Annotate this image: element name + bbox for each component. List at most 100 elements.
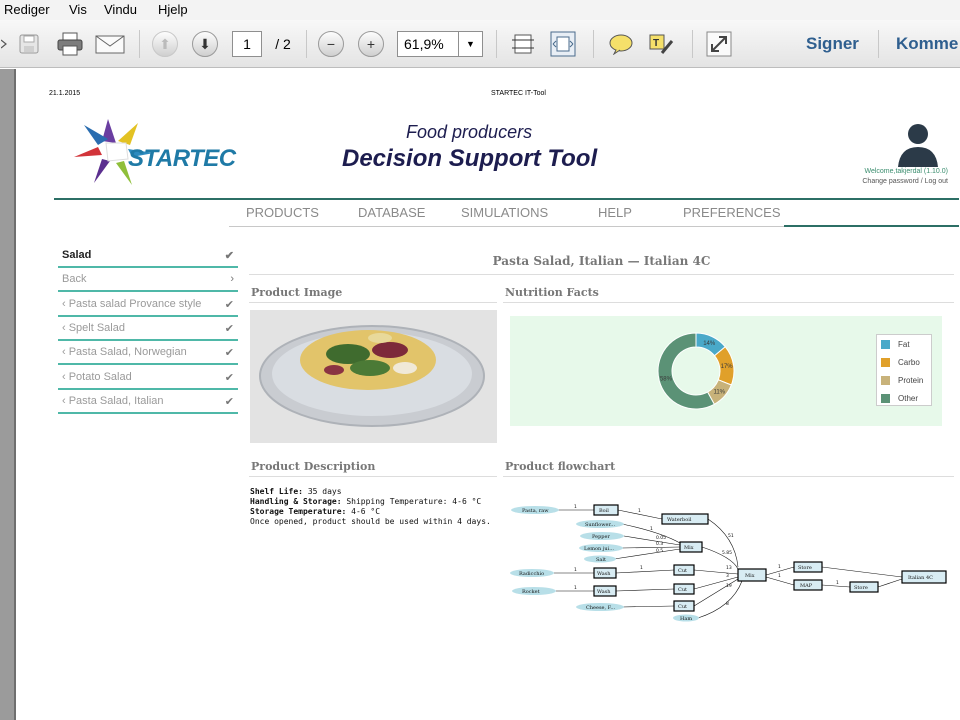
sign-button[interactable]: Signer <box>806 34 859 54</box>
fit-page-icon[interactable] <box>508 30 538 58</box>
flow-node-label: Cut <box>678 604 687 610</box>
chevron-down-icon[interactable]: ▼ <box>459 31 483 57</box>
page-number-input[interactable]: 1 <box>232 30 262 58</box>
menu-vindu[interactable]: Vindu <box>104 2 137 17</box>
product-flowchart: Pasta, raw Boil Waterboil Sunflower... P… <box>510 504 947 622</box>
storage-line: Storage Temperature: 4-6 °C <box>250 507 500 517</box>
zoom-select[interactable]: 61,9% ▼ <box>397 30 483 58</box>
zoom-out-button[interactable]: − <box>316 30 346 58</box>
comment-button[interactable]: Komme <box>896 34 958 54</box>
user-avatar-icon[interactable] <box>896 121 940 167</box>
highlight-text-icon[interactable]: T <box>646 30 676 58</box>
legend-item-fat: Fat <box>877 335 931 353</box>
welcome-user[interactable]: takjerdal (1.10.0) <box>895 168 948 175</box>
checkmark-icon: ✔ <box>224 396 234 408</box>
sidebar-item-salad[interactable]: Salad ✔ <box>58 244 238 268</box>
nav-products[interactable]: PRODUCTS <box>246 205 319 220</box>
zoom-in-button[interactable]: + <box>356 30 386 58</box>
header-divider <box>54 198 959 200</box>
flow-edge-label: 1 <box>640 565 643 571</box>
flow-node-label: Wash <box>597 571 611 577</box>
section-nutrition-facts: Nutrition Facts <box>503 283 954 303</box>
print-date: 21.1.2015 <box>49 90 81 97</box>
menu-vis[interactable]: Vis <box>69 2 87 17</box>
section-product-image: Product Image <box>249 283 497 303</box>
email-icon[interactable] <box>94 30 126 58</box>
legend-label: Other <box>898 393 919 403</box>
product-title: Pasta Salad, Italian — Italian 4C <box>249 249 954 275</box>
flow-edge-label: 1 <box>778 564 781 570</box>
legend-swatch-other <box>881 393 890 403</box>
nav-help[interactable]: HELP <box>598 205 632 220</box>
sidebar-item-pasta-salad-italian[interactable]: ‹ Pasta Salad, Italian ✔ <box>58 390 238 414</box>
handling-line: Handling & Storage: Shipping Temperature… <box>250 497 500 507</box>
sidebar-item-label: ‹ Pasta salad Provance style <box>62 298 202 310</box>
checkmark-icon: ✔ <box>224 323 234 335</box>
sidebar-item-label: ‹ Spelt Salad <box>62 322 125 334</box>
page-number-value[interactable]: 1 <box>232 31 262 57</box>
flow-edge-label: 1 <box>650 526 653 532</box>
toolbar-overflow-icon[interactable] <box>0 30 8 58</box>
previous-page-button[interactable]: ⬆ <box>150 30 180 58</box>
flow-node-label: Store <box>854 585 868 591</box>
plus-icon: + <box>358 31 384 57</box>
flow-node-label: Mix <box>745 573 755 579</box>
comment-icon[interactable] <box>606 30 636 58</box>
legend-item-other: Other <box>877 389 931 407</box>
flow-edge-label: 1 <box>574 585 577 591</box>
expand-icon[interactable] <box>704 30 734 58</box>
sidebar-item-label: ‹ Pasta Salad, Italian <box>62 395 164 407</box>
flow-edge-label: 8 <box>726 601 729 607</box>
sidebar-item-back[interactable]: Back › <box>58 268 238 292</box>
sidebar-item-label: Salad <box>62 249 92 261</box>
checkmark-icon: ✔ <box>224 372 234 384</box>
tool-name: STARTEC IT-Tool <box>491 90 546 97</box>
flow-edge-label: 1 <box>778 573 781 579</box>
flow-node-label: Italian 4C <box>908 575 933 581</box>
fit-width-icon[interactable] <box>548 30 578 58</box>
product-description: Shelf Life: 35 days Handling & Storage: … <box>250 487 500 527</box>
product-image <box>250 310 497 443</box>
logo-text: STARTEC <box>128 145 236 172</box>
nav-database[interactable]: DATABASE <box>358 205 425 220</box>
flow-node-label: Wash <box>597 589 611 595</box>
flow-node-label: MAP <box>800 583 813 589</box>
arrow-up-icon: ⬆ <box>152 31 178 57</box>
chart-legend: Fat Carbo Protein Other <box>876 334 932 406</box>
flow-edge-label: 3 <box>726 573 729 579</box>
pie-slice-label: 58% <box>660 377 673 383</box>
section-product-description: Product Description <box>249 457 497 477</box>
checkmark-icon: ✔ <box>224 299 234 311</box>
nav-preferences[interactable]: PREFERENCES <box>683 205 781 220</box>
zoom-value[interactable]: 61,9% <box>397 31 459 57</box>
nav-simulations[interactable]: SIMULATIONS <box>461 205 548 220</box>
account-links[interactable]: Change password / Log out <box>862 178 948 185</box>
pdf-page: 21.1.2015 STARTEC IT-Tool STARTEC Food p… <box>14 69 960 720</box>
sidebar-item-potato-salad[interactable]: ‹ Potato Salad ✔ <box>58 366 238 390</box>
flow-edge-label: 13 <box>726 565 732 571</box>
shelf-life-line: Shelf Life: 35 days <box>250 487 500 497</box>
document-viewport[interactable]: 21.1.2015 STARTEC IT-Tool STARTEC Food p… <box>0 69 960 720</box>
flow-node-label: Mix <box>684 545 694 551</box>
handling-label: Handling & Storage: <box>250 497 342 506</box>
flow-node-label: Waterboil <box>667 517 692 523</box>
flow-node-label: Radicchio <box>519 571 544 577</box>
flow-edge-label: 1 <box>638 508 641 514</box>
flow-node-label: Cut <box>678 568 687 574</box>
save-icon[interactable] <box>16 30 42 58</box>
menu-hjelp[interactable]: Hjelp <box>158 2 188 17</box>
checkmark-icon: ✔ <box>224 250 234 262</box>
sidebar-item-pasta-salad-norwegian[interactable]: ‹ Pasta Salad, Norwegian ✔ <box>58 341 238 365</box>
next-page-button[interactable]: ⬇ <box>190 30 220 58</box>
menu-rediger[interactable]: Rediger <box>4 2 50 17</box>
flow-node-label: Cheese, F... <box>586 605 616 611</box>
sidebar-item-spelt-salad[interactable]: ‹ Spelt Salad ✔ <box>58 317 238 341</box>
print-icon[interactable] <box>54 30 86 58</box>
sidebar-item-pasta-salad-provance[interactable]: ‹ Pasta salad Provance style ✔ <box>58 293 238 317</box>
welcome-text: Welcome,takjerdal (1.10.0) <box>864 168 948 175</box>
pie-slice-label: 14% <box>703 341 716 347</box>
sidebar-item-label: ‹ Potato Salad <box>62 371 132 383</box>
flow-edge-label: 1 <box>836 580 839 586</box>
menu-bar: Rediger Vis Vindu Hjelp <box>0 0 960 20</box>
flow-node-label: Boil <box>599 508 609 514</box>
